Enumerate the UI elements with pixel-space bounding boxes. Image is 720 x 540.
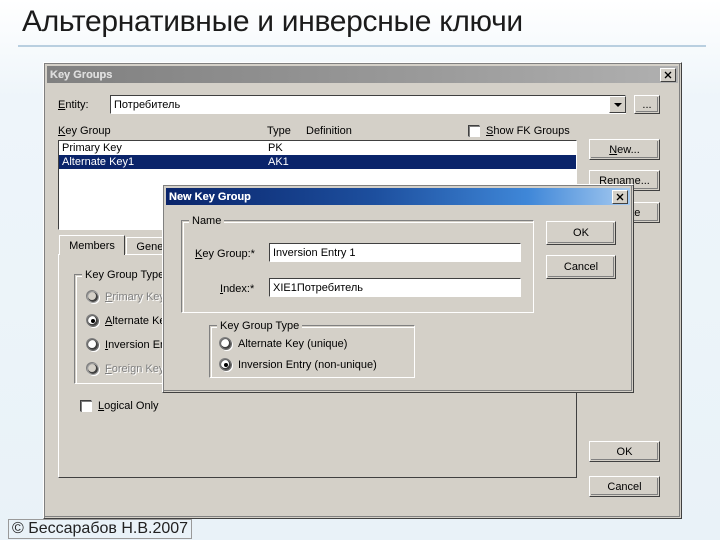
new-key-group-titlebar: New Key Group	[166, 188, 630, 205]
table-row[interactable]: Alternate Key1 AK1	[59, 155, 576, 169]
column-header-key-group: Key Group	[58, 125, 111, 137]
radio-foreign-key-label: Foreign Key	[105, 363, 164, 375]
entity-browse-button[interactable]: ...	[634, 95, 660, 114]
radio-primary-key	[87, 291, 99, 303]
index-input[interactable]: XIE1Потребитель	[269, 278, 521, 297]
cancel-button[interactable]: Cancel	[589, 476, 660, 497]
dialog-ok-label: OK	[572, 226, 590, 240]
new-key-group-title: New Key Group	[169, 191, 612, 203]
show-fk-groups-checkbox[interactable]	[468, 125, 480, 137]
row-type: PK	[268, 141, 283, 155]
key-groups-titlebar: Key Groups	[47, 66, 678, 83]
entity-label: Entity:	[58, 99, 89, 111]
slide-footer: © Бессарабов Н.В.2007	[8, 519, 192, 539]
name-group: Name	[181, 220, 534, 313]
entity-browse-label: ...	[641, 98, 652, 112]
logical-only-checkbox[interactable]	[80, 400, 92, 412]
dialog-key-group-type-title: Key Group Type	[217, 320, 302, 332]
table-row[interactable]: Primary Key PK	[59, 141, 576, 155]
key-group-type-group-title: Key Group Type	[82, 269, 167, 281]
show-fk-groups-label: Show FK Groups	[486, 125, 570, 137]
key-group-input[interactable]: Inversion Entry 1	[269, 243, 521, 262]
row-name: Primary Key	[62, 141, 122, 155]
tab-members-label: Members	[69, 240, 115, 252]
dialog-cancel-label: Cancel	[563, 260, 599, 274]
radio-alternate-key[interactable]	[87, 315, 99, 327]
radio-inversion-entry[interactable]	[87, 339, 99, 351]
radio-alternate-key-unique[interactable]	[220, 338, 232, 350]
radio-primary-key-label: Primary Key	[105, 291, 165, 303]
radio-foreign-key	[87, 363, 99, 375]
dialog-cancel-button[interactable]: Cancel	[546, 255, 616, 279]
row-type: AK1	[268, 155, 289, 169]
key-group-field-label: Key Group:*	[195, 248, 255, 260]
radio-inversion-entry-nonunique-label: Inversion Entry (non-unique)	[238, 359, 377, 371]
cancel-button-label: Cancel	[606, 480, 642, 494]
chevron-down-icon[interactable]	[609, 96, 626, 113]
key-groups-title: Key Groups	[50, 69, 660, 81]
logical-only-label: Logical Only	[98, 400, 159, 412]
slide-canvas: Альтернативные и инверсные ключи Key Gro…	[0, 0, 720, 540]
index-field-label: Index:*	[220, 283, 254, 295]
column-header-definition: Definition	[306, 125, 352, 137]
radio-alternate-key-unique-label: Alternate Key (unique)	[238, 338, 347, 350]
entity-combo-input[interactable]: Потребитель	[110, 95, 626, 114]
ok-button[interactable]: OK	[589, 441, 660, 462]
dialog-ok-button[interactable]: OK	[546, 221, 616, 245]
radio-inversion-entry-nonunique[interactable]	[220, 359, 232, 371]
close-icon[interactable]	[612, 190, 628, 204]
close-icon[interactable]	[660, 68, 676, 82]
tab-members[interactable]: Members	[59, 235, 125, 255]
new-key-group-dialog: New Key Group Name Key Group:* Inversion…	[162, 184, 634, 393]
title-divider	[18, 45, 706, 47]
column-header-type: Type	[267, 125, 291, 137]
row-name: Alternate Key1	[62, 155, 134, 169]
new-button[interactable]: New...	[589, 139, 660, 160]
page-title: Альтернативные и инверсные ключи	[22, 2, 712, 42]
new-button-label: New...	[608, 143, 641, 157]
name-group-title: Name	[189, 215, 224, 227]
ok-button-label: OK	[616, 445, 634, 459]
